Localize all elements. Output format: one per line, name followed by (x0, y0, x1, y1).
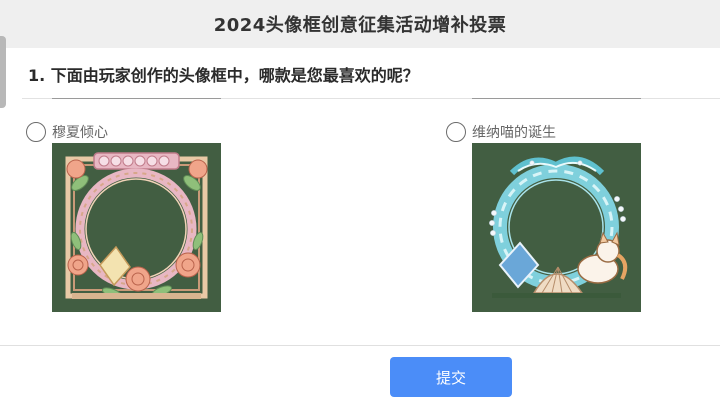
option-1-label: 穆夏倾心 (52, 125, 108, 141)
question-title: 1. 下面由玩家创作的头像框中，哪款是您最喜欢的呢？ (28, 66, 419, 85)
option-1[interactable]: 穆夏倾心 (26, 122, 108, 142)
footer-divider (0, 345, 720, 346)
option-2[interactable]: 维纳喵的诞生 (446, 122, 556, 142)
header-bar: 2024头像框创意征集活动增补投票 (0, 0, 720, 48)
floral-frame-illustration (52, 143, 221, 312)
survey-page: 2024头像框创意征集活动增补投票 1. 下面由玩家创作的头像框中，哪款是您最喜… (0, 0, 720, 406)
page-title: 2024头像框创意征集活动增补投票 (213, 15, 507, 36)
side-drawer-handle[interactable] (0, 36, 6, 108)
option-2-label: 维纳喵的诞生 (472, 125, 556, 141)
submit-button[interactable]: 提交 (390, 357, 512, 397)
option-2-radio[interactable] (446, 122, 466, 142)
option-2-image[interactable] (472, 143, 641, 312)
seashell-frame-illustration (472, 143, 641, 312)
option-1-radio[interactable] (26, 122, 46, 142)
option-1-image[interactable] (52, 143, 221, 312)
option-2-divider (472, 98, 641, 99)
option-1-divider (52, 98, 221, 99)
